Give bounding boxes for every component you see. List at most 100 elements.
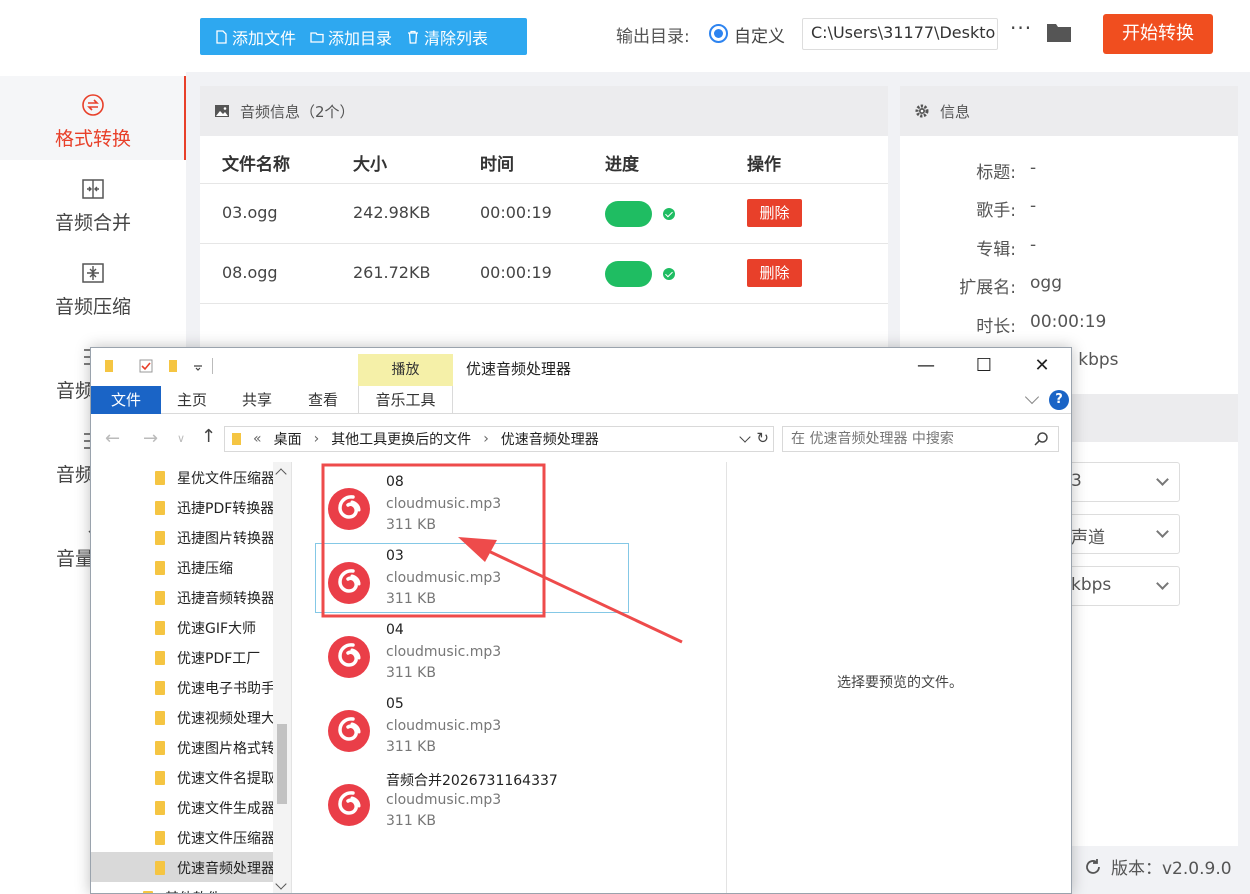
add-file-button[interactable]: 添加文件: [200, 18, 296, 55]
custom-radio[interactable]: [709, 24, 728, 43]
tab-share[interactable]: 共享: [227, 386, 287, 414]
tab-view[interactable]: 查看: [293, 386, 353, 414]
recent-dropdown-icon[interactable]: ∨: [177, 432, 185, 445]
format-select[interactable]: 3: [1060, 462, 1180, 502]
nav-folder-item[interactable]: 优速文件生成器: [91, 792, 273, 822]
dropdown-icon[interactable]: [191, 359, 205, 373]
sidebar-item-format-convert[interactable]: 格式转换: [0, 76, 186, 160]
forward-arrow-icon[interactable]: →: [143, 428, 158, 449]
file-type: cloudmusic.mp3: [386, 792, 502, 808]
scroll-thumb[interactable]: [277, 724, 287, 804]
refresh-icon[interactable]: ↻: [756, 429, 769, 447]
address-bar[interactable]: « 桌面 › 其他工具更换后的文件 › 优速音频处理器 ↻: [224, 426, 774, 452]
maximize-button[interactable]: ☐: [955, 348, 1013, 386]
nav-folder-item[interactable]: 迅捷PDF转换器: [91, 492, 273, 522]
nav-folder-item[interactable]: 迅捷图片转换器: [91, 522, 273, 552]
select-value: 3: [1071, 471, 1082, 491]
folder-icon[interactable]: [167, 359, 181, 373]
table-row[interactable]: 08.ogg 261.72KB 00:00:19 删除: [200, 244, 888, 304]
file-item[interactable]: 03 cloudmusic.mp3 311 KB: [315, 543, 629, 613]
nav-folder-item[interactable]: 迅捷压缩: [91, 552, 273, 582]
delete-button[interactable]: 删除: [747, 199, 802, 227]
play-context-tab[interactable]: 播放: [358, 354, 453, 386]
close-button[interactable]: ✕: [1013, 348, 1071, 386]
scroll-up-icon[interactable]: [275, 468, 287, 480]
file-item[interactable]: 05 cloudmusic.mp3 311 KB: [322, 696, 622, 768]
scroll-down-icon[interactable]: [275, 878, 287, 890]
table-row[interactable]: 03.ogg 242.98KB 00:00:19 删除: [200, 184, 888, 244]
info-key: 歌手:: [976, 201, 1016, 221]
cell-size: 242.98KB: [353, 203, 431, 222]
nav-folder-item[interactable]: 优速音频处理器: [91, 852, 273, 882]
sidebar-item-compress[interactable]: 音频压缩: [0, 244, 186, 328]
breadcrumb-overflow[interactable]: «: [253, 431, 262, 447]
custom-radio-label: 自定义: [734, 27, 785, 47]
help-button[interactable]: ?: [1049, 390, 1069, 410]
nav-folder-item[interactable]: 优速视频处理大: [91, 702, 273, 732]
start-convert-button[interactable]: 开始转换: [1103, 14, 1213, 54]
file-item[interactable]: 音频合并2026731164337 cloudmusic.mp3 311 KB: [322, 770, 622, 842]
file-type: cloudmusic.mp3: [386, 718, 502, 734]
output-path-input[interactable]: C:\Users\31177\Deskto: [802, 18, 998, 50]
file-size: 311 KB: [386, 517, 436, 533]
nav-folder-item[interactable]: 优速电子书助手: [91, 672, 273, 702]
add-dir-button[interactable]: 添加目录: [296, 18, 392, 55]
info-value: ogg: [1030, 273, 1062, 293]
back-arrow-icon[interactable]: ←: [105, 428, 120, 449]
chevron-down-icon[interactable]: [739, 431, 751, 443]
info-key: 时长:: [976, 317, 1016, 337]
breadcrumb-other-tools[interactable]: 其他工具更换后的文件: [331, 429, 471, 449]
nav-folder-item[interactable]: 优速文件压缩器: [91, 822, 273, 852]
file-name: 08: [386, 474, 404, 490]
folder-icon: [232, 433, 241, 445]
breadcrumb-current[interactable]: 优速音频处理器: [501, 429, 599, 449]
info-key: 扩展名:: [959, 278, 1016, 298]
top-toolbar: 添加文件 添加目录 清除列表 输出目录: 自定义 C:\Users\31177\…: [186, 0, 1250, 72]
divider: [212, 358, 213, 374]
nav-folder-item[interactable]: 迅捷音频转换器: [91, 582, 273, 612]
nav-folder-label: 迅捷PDF转换器: [177, 501, 273, 517]
up-arrow-icon[interactable]: ↑: [201, 426, 216, 447]
nav-folder-item[interactable]: 优速文件名提取: [91, 762, 273, 792]
version-label: 版本：v2.0.9.0: [1111, 859, 1232, 879]
open-folder-icon[interactable]: [1046, 20, 1072, 44]
chevron-down-icon: [1156, 525, 1169, 538]
nav-folder-item[interactable]: 优速GIF大师: [91, 612, 273, 642]
cell-time: 00:00:19: [480, 263, 552, 282]
nav-scrollbar[interactable]: [273, 462, 291, 893]
nav-folder-item[interactable]: 优速图片格式转: [91, 732, 273, 762]
checkbox-icon[interactable]: [139, 359, 153, 373]
nav-folder-item[interactable]: 其他软件: [91, 882, 273, 893]
sidebar-item-merge[interactable]: 音频合并: [0, 160, 186, 244]
delete-button[interactable]: 删除: [747, 259, 802, 287]
netease-music-icon: [328, 562, 370, 604]
file-item[interactable]: 04 cloudmusic.mp3 311 KB: [322, 622, 622, 694]
minimize-button[interactable]: —: [897, 348, 955, 386]
nav-folder-label: 迅捷音频转换器: [177, 591, 273, 607]
info-key: 标题:: [976, 163, 1016, 183]
info-value: -: [1030, 196, 1037, 216]
file-item[interactable]: 08 cloudmusic.mp3 311 KB: [322, 474, 622, 546]
nav-folder-item[interactable]: 优速PDF工厂: [91, 642, 273, 672]
channel-select[interactable]: 声道: [1060, 514, 1180, 554]
sidebar-item-label: 格式转换: [54, 128, 131, 150]
tab-home[interactable]: 主页: [163, 386, 221, 414]
tab-file[interactable]: 文件: [91, 386, 161, 414]
bitrate-select[interactable]: kbps: [1060, 566, 1180, 606]
audio-panel-title: 音频信息（2个）: [240, 102, 355, 121]
nav-folder-label: 优速文件压缩器: [177, 831, 273, 847]
tab-music-tools[interactable]: 音乐工具: [358, 386, 453, 414]
nav-folder-item[interactable]: 星优文件压缩器: [91, 462, 273, 492]
sidebar-item-label: 音频合并: [54, 212, 131, 234]
add-dir-label: 添加目录: [328, 28, 393, 48]
progress-bar: [605, 201, 652, 227]
nav-folder-label: 优速电子书助手: [177, 681, 273, 697]
app-window: 格式转换 音频合并 音频压缩 音频 音频 音量 添加文件 添加目录 清除列表 输…: [0, 0, 1250, 894]
breadcrumb-desktop[interactable]: 桌面: [274, 429, 302, 449]
preview-pane: 选择要预览的文件。: [727, 462, 1071, 893]
more-button[interactable]: ···: [1010, 16, 1032, 40]
search-input[interactable]: [782, 426, 1059, 452]
clear-list-button[interactable]: 清除列表: [392, 18, 488, 55]
expand-ribbon-icon[interactable]: [1024, 389, 1040, 405]
cell-name: 03.ogg: [222, 203, 278, 222]
